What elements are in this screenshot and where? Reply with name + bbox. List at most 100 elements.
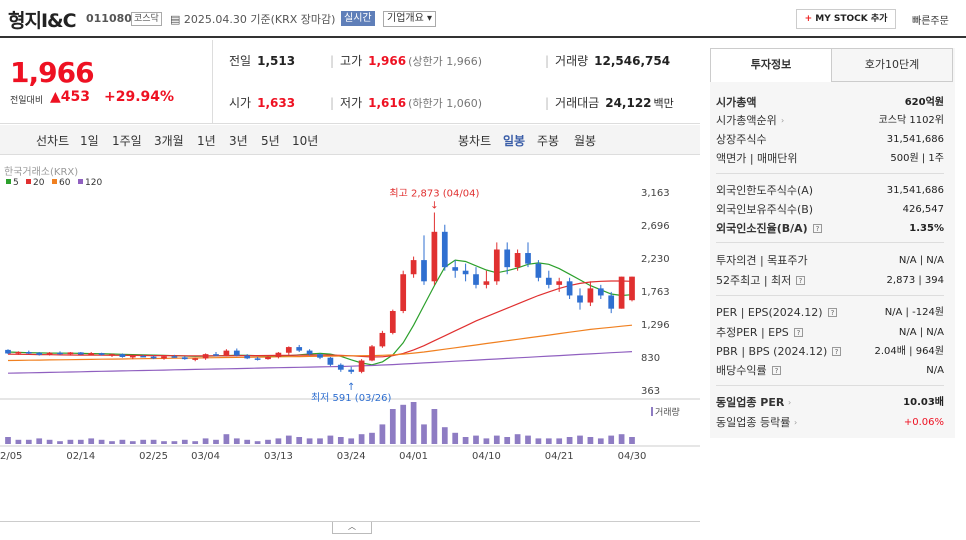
period-10y[interactable]: 10년	[292, 132, 318, 149]
candle-body	[119, 354, 126, 357]
candle-body	[421, 260, 427, 282]
panel-divider	[716, 385, 944, 386]
help-icon[interactable]: ?	[772, 366, 781, 375]
info-row: 동일업종 PER › 10.03배	[716, 394, 944, 412]
volume-bar	[57, 441, 63, 444]
open-value: 1,633	[257, 96, 296, 110]
volume-bar	[410, 402, 417, 444]
volume-bar	[265, 439, 271, 444]
collapse-toggle[interactable]: ︿	[332, 522, 372, 534]
x-tick-label: 02/25	[139, 451, 168, 462]
help-icon[interactable]: ?	[796, 276, 805, 285]
volume-bar	[348, 438, 355, 444]
info-value: 426,547	[902, 204, 944, 215]
candle-body	[77, 352, 84, 355]
help-icon[interactable]: ?	[832, 347, 841, 356]
y-tick-label: 830	[641, 353, 660, 364]
legend-label: 5	[13, 178, 19, 188]
asof-timestamp: ▤ 2025.04.30 기준(KRX 장마감)	[170, 11, 335, 27]
candle-body	[608, 295, 615, 309]
quick-order-button[interactable]: 빠른주문	[912, 12, 949, 27]
x-tick-label: 04/10	[472, 451, 501, 462]
tab-order-book[interactable]: 호가10단계	[831, 48, 953, 82]
period-1y[interactable]: 1년	[197, 132, 216, 149]
legend-label: 60	[59, 178, 71, 188]
info-value: +0.06%	[903, 417, 944, 428]
y-tick-label: 2,696	[641, 221, 670, 232]
volume-bar	[15, 439, 22, 444]
info-label: PBR | BPS (2024.12)	[716, 345, 828, 358]
volume-bar	[46, 439, 53, 444]
chevron-right-icon: ›	[781, 116, 785, 125]
legend-swatch	[26, 179, 31, 184]
low-value: 1,616	[368, 96, 407, 110]
candle-weekly[interactable]: 주봉	[537, 132, 559, 149]
ma-legend: 5 20 60 120	[6, 178, 102, 188]
legend-label: 20	[33, 178, 45, 188]
volume-bar	[504, 437, 511, 444]
candle-chart-label: 봉차트	[458, 134, 492, 148]
chevron-up-icon: ︿	[348, 522, 356, 531]
info-row: 상장주식수 31,541,686	[716, 131, 944, 149]
clock-icon: ▤	[170, 13, 184, 26]
volume-bar	[317, 438, 323, 444]
help-icon[interactable]: ?	[813, 224, 822, 233]
legend-swatch	[78, 179, 83, 184]
candle-body	[317, 354, 323, 358]
volume-bar	[296, 437, 303, 444]
volume-bar	[556, 438, 563, 444]
x-tick-label: 04/30	[618, 451, 647, 462]
candle-body	[5, 349, 11, 354]
candle-body	[556, 281, 563, 285]
volume-bar	[473, 435, 479, 444]
period-1w[interactable]: 1주일	[112, 132, 142, 149]
info-label: 액면가 | 매매단위	[716, 152, 798, 165]
add-mystock-button[interactable]: + MY STOCK 추가	[796, 9, 896, 29]
candle-body	[327, 357, 334, 365]
info-value: 2,873 | 394	[886, 275, 944, 286]
candle-body	[348, 369, 355, 372]
y-tick-label: 2,230	[641, 254, 670, 265]
candle-body	[15, 352, 22, 354]
x-tick-label: 04/21	[545, 451, 574, 462]
candle-body	[473, 274, 479, 285]
candle-monthly[interactable]: 월봉	[574, 132, 596, 149]
price-chart[interactable]: 한국거래소(KRX) 5 20 60 120 3,163 2,696 2,230 1,763…	[0, 156, 700, 520]
candle-daily[interactable]: 일봉	[503, 132, 525, 149]
y-tick-label: 1,763	[641, 287, 670, 298]
candle-body	[181, 357, 188, 360]
info-row: 외국인소진율(B/A)? 1.35%	[716, 220, 944, 238]
candle-body	[525, 253, 531, 264]
help-icon[interactable]: ?	[828, 308, 837, 317]
candle-body	[514, 253, 521, 268]
candle-body	[57, 352, 63, 355]
candle-body	[597, 288, 604, 296]
candle-body	[171, 356, 178, 358]
period-1d[interactable]: 1일	[80, 132, 99, 149]
high-value: 1,966	[368, 54, 407, 68]
panel-divider	[716, 242, 944, 243]
period-3m[interactable]: 3개월	[154, 132, 184, 149]
company-overview-dropdown[interactable]: 기업개요 ▾	[383, 11, 437, 27]
tab-invest-info[interactable]: 투자정보	[710, 48, 832, 82]
candle-body	[306, 350, 313, 355]
x-tick-label: 04/01	[399, 451, 428, 462]
volume-bar	[213, 439, 219, 444]
volume-bar	[88, 438, 95, 444]
info-value: N/A | -124원	[884, 307, 944, 318]
separator: |	[330, 54, 335, 68]
separator: |	[545, 96, 550, 110]
help-icon[interactable]: ?	[794, 328, 803, 337]
volume-bar	[608, 435, 615, 444]
chevron-right-icon: ›	[788, 398, 792, 407]
change-percent: +29.94%	[104, 89, 175, 105]
info-label: 외국인소진율(B/A)	[716, 222, 808, 235]
volume-bar	[462, 437, 469, 444]
low-annotation: 최저 591 (03/26)	[311, 392, 392, 404]
info-row: 52주최고 | 최저? 2,873 | 394	[716, 272, 944, 290]
period-5y[interactable]: 5년	[261, 132, 280, 149]
y-tick-label: 3,163	[641, 188, 670, 199]
price-summary: 1,966 전일대비 ▲453 +29.94% 전일 1,513 시가 1,633 …	[0, 40, 700, 124]
realtime-button[interactable]: 실시간	[341, 11, 375, 26]
period-3y[interactable]: 3년	[229, 132, 248, 149]
